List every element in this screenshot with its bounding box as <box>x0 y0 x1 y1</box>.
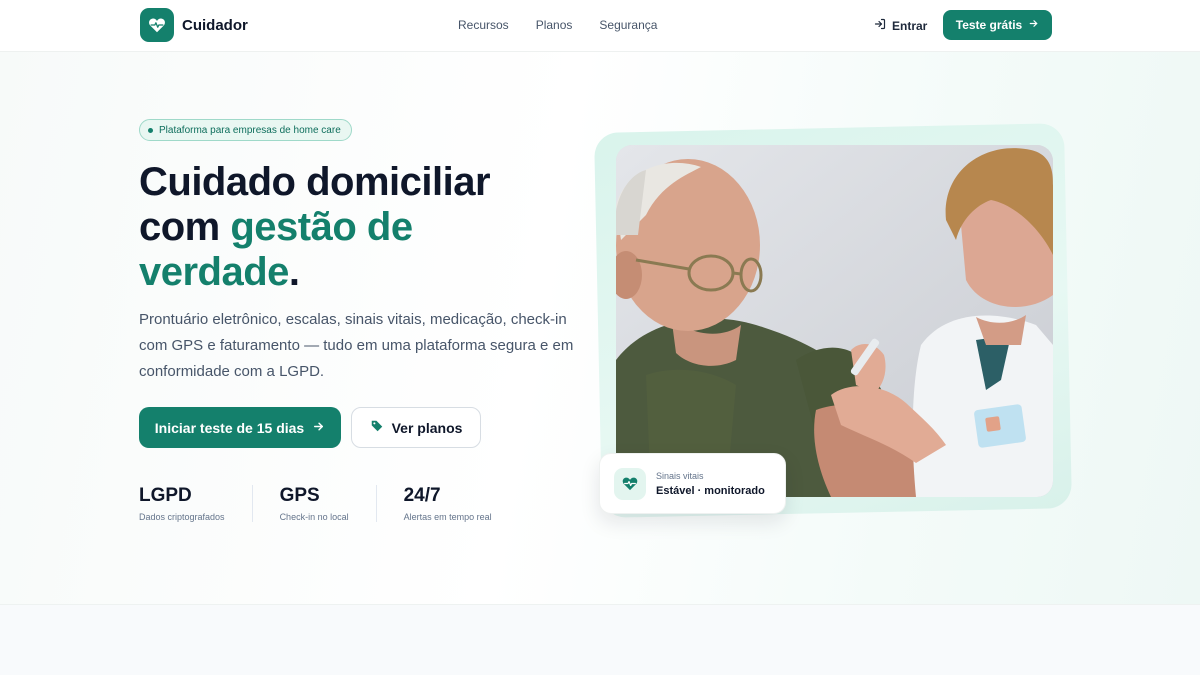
stat-value: LGPD <box>139 485 192 506</box>
brand-name: Cuidador <box>182 16 248 34</box>
login-label: Entrar <box>892 18 928 33</box>
audience-badge: Plataforma para empresas de home care <box>139 119 352 141</box>
heart-pulse-icon <box>140 8 174 42</box>
nav-link-recursos[interactable]: Recursos <box>458 18 509 32</box>
login-link[interactable]: Entrar <box>874 18 927 33</box>
headline-end: . <box>288 250 300 294</box>
nav-link-planos[interactable]: Planos <box>536 18 573 32</box>
view-plans-label: Ver planos <box>391 419 463 436</box>
badge-text: Plataforma para empresas de home care <box>159 124 341 136</box>
log-in-icon <box>874 18 886 33</box>
stat-item: LGPD Dados criptografados <box>139 485 253 522</box>
start-trial-label: Iniciar teste de 15 dias <box>154 419 305 436</box>
view-plans-button[interactable]: Ver planos <box>351 407 481 448</box>
stat-item: 24/7 Alertas em tempo real <box>404 485 492 522</box>
free-trial-label: Teste grátis <box>955 18 1023 32</box>
start-trial-button[interactable]: Iniciar teste de 15 dias <box>139 407 341 448</box>
stat-label: Alertas em tempo real <box>403 512 492 522</box>
brand-logo[interactable]: Cuidador <box>140 8 248 42</box>
free-trial-button[interactable]: Teste grátis <box>943 10 1052 40</box>
hero-photo <box>616 145 1053 497</box>
vitals-text: Sinais vitais Estável · monitorado <box>656 471 765 497</box>
stat-value: GPS <box>279 485 320 506</box>
heart-pulse-icon <box>614 467 646 500</box>
hero-headline: Cuidado domiciliar com gestão de verdade… <box>139 160 569 295</box>
stat-label: Check-in no local <box>279 512 349 522</box>
vitals-card: Sinais vitais Estável · monitorado <box>599 453 786 514</box>
vitals-status: Estável · monitorado <box>656 484 765 497</box>
hero-description: Prontuário eletrônico, escalas, sinais v… <box>139 311 574 380</box>
stat-label: Dados criptografados <box>139 512 225 522</box>
arrow-right-icon <box>1028 18 1039 32</box>
top-navbar: Cuidador Recursos Planos Segurança Entra… <box>0 0 1200 52</box>
main-nav: Recursos Planos Segurança <box>458 18 657 32</box>
nav-link-seguranca[interactable]: Segurança <box>599 18 657 32</box>
stats-row: LGPD Dados criptografados GPS Check-in n… <box>139 485 492 522</box>
tag-icon <box>370 419 384 436</box>
next-section-band <box>0 604 1200 675</box>
vitals-label: Sinais vitais <box>656 470 704 481</box>
arrow-right-icon <box>312 420 325 436</box>
stat-item: GPS Check-in no local <box>280 485 377 522</box>
stat-value: 24/7 <box>403 485 441 506</box>
badge-dot <box>148 127 153 133</box>
